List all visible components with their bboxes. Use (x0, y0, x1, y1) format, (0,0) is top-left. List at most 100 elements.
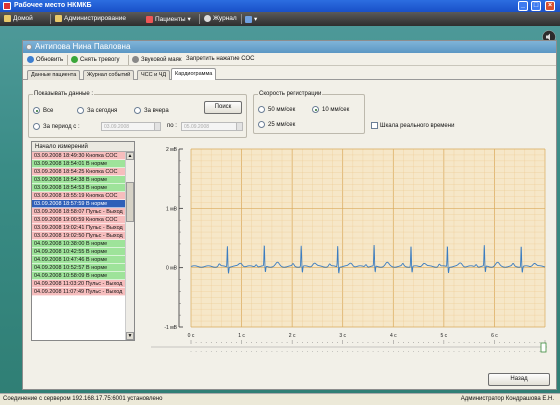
scroll-up-icon[interactable]: ▲ (126, 152, 134, 160)
radio-speed-25[interactable]: 25 мм/сек (258, 121, 295, 128)
list-item[interactable]: 03.09.2008 18:57:59 В норме (32, 200, 134, 208)
toolbar-separator (67, 55, 68, 65)
list-item[interactable]: 03.09.2008 18:54:53 В норме (32, 184, 134, 192)
tab-event-journal[interactable]: Журнал событий (83, 70, 135, 80)
radio-speed-50-label: 50 мм/сек (268, 106, 296, 113)
scroll-thumb[interactable] (126, 182, 134, 222)
menu-patients[interactable]: Пациенты ▾ (146, 15, 191, 23)
admin-icon (55, 15, 62, 22)
ecg-chart-svg: 2 мВ1 мВ0 мВ-1 мВ0 с1 с2 с3 с4 с5 с6 с (164, 147, 546, 339)
time-slider-svg[interactable] (151, 337, 547, 359)
block-sos-button[interactable]: Запретить нажатие СОС (186, 56, 255, 62)
clear-alarm-button[interactable]: Снять тревогу (71, 56, 120, 63)
ecg-chart: 2 мВ 1 мВ 0 мВ -1 мВ 0 с1 с2 с3 с4 с5 с6 с (137, 141, 547, 356)
back-button[interactable]: Назад (488, 373, 550, 386)
menu-admin[interactable]: Администрирование (55, 15, 126, 22)
sound-mask-button[interactable]: Звуковой маяк (132, 56, 182, 63)
toolbar: Обновить Снять тревогу Звуковой маяк Зап… (23, 54, 556, 66)
menu-patients-label: Пациенты (155, 15, 186, 23)
home-icon (4, 15, 11, 22)
status-bar: Соединение с сервером 192.168.17.75:6001… (0, 393, 560, 405)
date-to-dropdown[interactable] (236, 123, 242, 130)
date-from-field[interactable]: 03.09.2008 (101, 122, 161, 131)
list-item[interactable]: 04.09.2008 11:03:20 Пульс - Выход (32, 280, 134, 288)
radio-yesterday[interactable]: За вчера (134, 107, 169, 114)
radio-today-label: За сегодня (87, 107, 118, 114)
menu-separator (50, 14, 51, 24)
time-slider[interactable] (151, 337, 547, 359)
window-icon (245, 15, 252, 23)
measurement-list[interactable]: Начало измерений 03.09.2008 18:49:30 Кно… (31, 141, 135, 341)
list-item[interactable]: 03.09.2008 18:54:01 В норме (32, 160, 134, 168)
show-data-label: Показывать данные : (33, 91, 95, 97)
list-item[interactable]: 04.09.2008 10:47:46 В норме (32, 256, 134, 264)
list-item[interactable]: 03.09.2008 18:49:30 Кнопка СОС (32, 152, 134, 160)
radio-all-label: Все (43, 107, 54, 114)
tab-hr[interactable]: ЧСС и ЧД (137, 70, 171, 80)
menu-separator (241, 14, 242, 24)
radio-speed-50-mark (258, 106, 265, 113)
close-button[interactable]: × (545, 1, 555, 11)
list-item[interactable]: 04.09.2008 10:38:00 В норме (32, 240, 134, 248)
radio-speed-10[interactable]: 10 мм/сек (312, 106, 349, 113)
list-item[interactable]: 03.09.2008 18:54:25 Кнопка СОС (32, 168, 134, 176)
list-rows: 03.09.2008 18:49:30 Кнопка СОС 03.09.2008… (32, 152, 134, 296)
list-item[interactable]: 03.09.2008 19:00:59 Кнопка СОС (32, 216, 134, 224)
to-label: по : (167, 123, 177, 129)
tab-cardiogram[interactable]: Кардиограмма (171, 68, 217, 80)
y-tick-label: -1 мВ (164, 325, 177, 331)
list-item[interactable]: 03.09.2008 19:02:41 Пульс - Выход (32, 224, 134, 232)
y-tick-label: 2 мВ (166, 147, 178, 153)
date-from-value: 03.09.2008 (104, 124, 130, 130)
date-to-field[interactable]: 05.09.2008 (181, 122, 243, 131)
speed-group: Скорость регистрации 50 мм/сек 10 мм/сек… (253, 91, 365, 134)
list-item[interactable]: 03.09.2008 18:54:38 В норме (32, 176, 134, 184)
menu-home[interactable]: Домой (4, 15, 33, 22)
app-title: Рабочее место НКМКБ (14, 2, 92, 9)
radio-speed-25-mark (258, 121, 265, 128)
radio-today[interactable]: За сегодня (77, 107, 117, 114)
list-item[interactable]: 04.09.2008 10:58:09 В норме (32, 272, 134, 280)
chevron-down-icon: ▾ (254, 16, 258, 23)
alarm-icon (71, 56, 78, 63)
search-button[interactable]: Поиск (204, 101, 242, 114)
refresh-button[interactable]: Обновить (27, 56, 63, 63)
patient-icon (26, 44, 32, 50)
maximize-button[interactable]: □ (531, 1, 541, 11)
refresh-label: Обновить (36, 56, 64, 63)
tab-bar: Данные пациента Журнал событий ЧСС и ЧД … (23, 68, 556, 80)
journal-icon (204, 15, 211, 22)
toolbar-separator (128, 55, 129, 65)
menu-journal[interactable]: Журнал (204, 15, 237, 22)
list-item[interactable]: 04.09.2008 10:52:57 В норме (32, 264, 134, 272)
patient-window-title: Антипова Нина Павловна (23, 41, 556, 53)
menu-extra[interactable]: ▾ (245, 15, 257, 23)
radio-speed-50[interactable]: 50 мм/сек (258, 106, 295, 113)
patient-name: Антипова Нина Павловна (35, 42, 131, 51)
date-from-dropdown[interactable] (154, 123, 160, 130)
sound-icon (132, 56, 139, 63)
list-item[interactable]: 03.09.2008 18:55:19 Кнопка СОС (32, 192, 134, 200)
connection-status: Соединение с сервером 192.168.17.75:6001… (3, 396, 163, 402)
radio-yesterday-label: За вчера (144, 107, 169, 114)
menu-admin-label: Администрирование (64, 15, 126, 22)
scroll-down-icon[interactable]: ▼ (126, 332, 134, 340)
list-scrollbar[interactable]: ▲ ▼ (125, 152, 134, 340)
radio-all[interactable]: Все (33, 107, 53, 114)
y-tick-label: 0 мВ (166, 266, 178, 272)
list-item[interactable]: 03.09.2008 19:02:50 Пульс - Выход (32, 232, 134, 240)
list-item[interactable]: 03.09.2008 18:58:07 Пульс - Выход (32, 208, 134, 216)
menu-home-label: Домой (13, 15, 33, 22)
radio-period[interactable]: За период с : (33, 123, 80, 130)
list-item[interactable]: 04.09.2008 10:42:55 В норме (32, 248, 134, 256)
block-sos-label: Запретить нажатие СОС (186, 56, 255, 62)
minimize-button[interactable]: _ (518, 1, 528, 11)
slider-thumb[interactable] (540, 342, 547, 353)
realtime-scale-checkbox[interactable]: Шкала реального времени (371, 122, 454, 129)
speed-label: Скорость регистрации (258, 91, 323, 97)
date-to-value: 05.09.2008 (184, 124, 210, 130)
refresh-icon (27, 56, 34, 63)
radio-yesterday-mark (134, 107, 141, 114)
tab-patient-data[interactable]: Данные пациента (27, 70, 81, 80)
list-item[interactable]: 04.09.2008 11:07:49 Пульс - Выход (32, 288, 134, 296)
